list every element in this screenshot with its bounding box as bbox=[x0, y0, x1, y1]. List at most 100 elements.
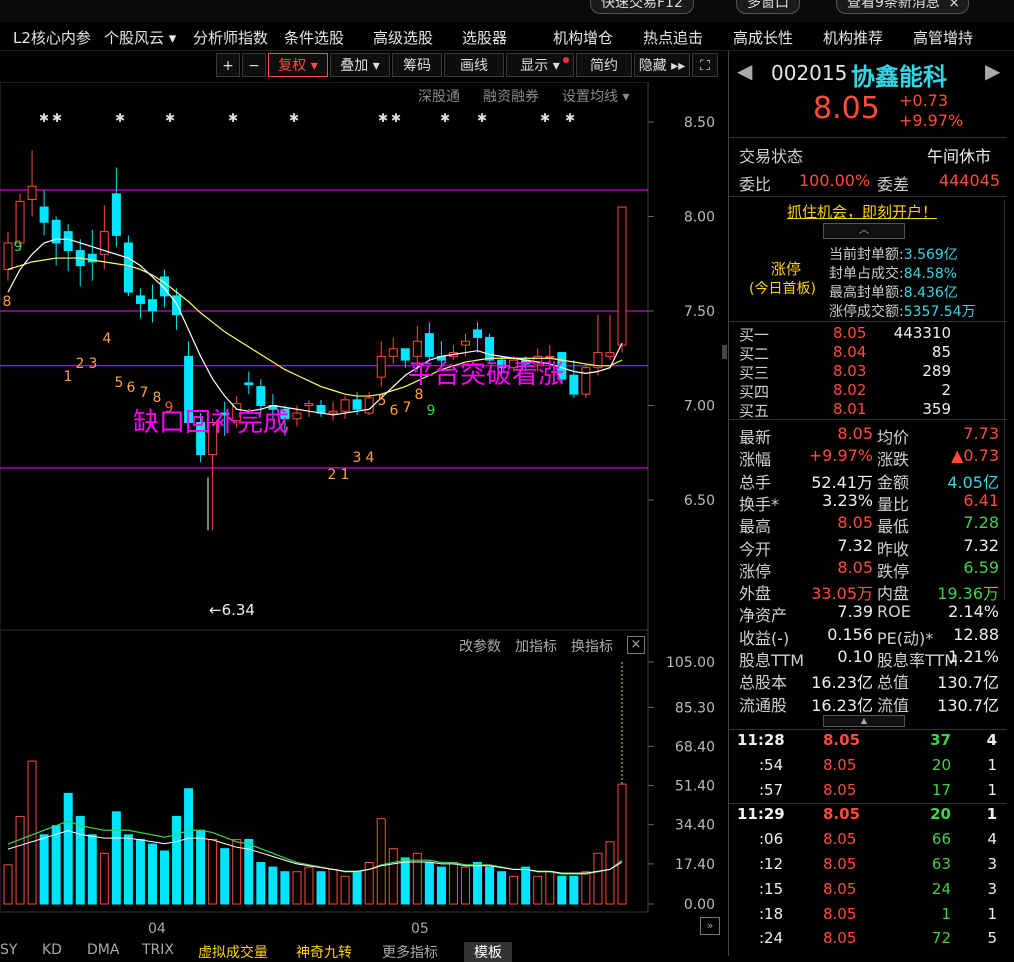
nav-analyst-index[interactable]: 分析师指数 bbox=[193, 27, 268, 48]
stat-label: 收益(-) bbox=[739, 628, 790, 648]
candle-body bbox=[147, 299, 157, 312]
news-button[interactable]: 查看9条新消息 × bbox=[836, 0, 969, 14]
tick-price: 8.05 bbox=[823, 904, 857, 923]
status-label: 交易状态 bbox=[739, 147, 804, 166]
limit-stat-row: 涨停成交额:5357.54万 bbox=[829, 301, 976, 321]
nav-high-growth[interactable]: 高成长性 bbox=[733, 27, 793, 48]
tab-virtual-volume[interactable]: 虚拟成交量 bbox=[198, 942, 268, 962]
candle-body bbox=[424, 333, 434, 357]
tick-count: 1 bbox=[987, 904, 997, 923]
zoom-in-button[interactable]: + bbox=[216, 53, 240, 77]
divider bbox=[729, 321, 1007, 322]
stat-value: ▲0.73 bbox=[951, 446, 999, 466]
event-marker: ✱ bbox=[289, 111, 299, 125]
bid-volume: 443310 bbox=[893, 324, 951, 342]
promo-link[interactable]: 抓住机会，即刻开户！ bbox=[787, 201, 937, 222]
volume-bar bbox=[545, 871, 555, 905]
tab-template[interactable]: 模板 bbox=[464, 942, 512, 962]
tick-price: 8.05 bbox=[823, 780, 857, 799]
bid-volume: 359 bbox=[922, 400, 951, 418]
stat-value: 7.32 bbox=[963, 535, 999, 555]
volume-bar bbox=[232, 838, 242, 905]
stat-label: 最新 bbox=[739, 428, 772, 447]
bid-level-label: 买五 bbox=[739, 402, 770, 420]
volume-bar bbox=[196, 829, 206, 905]
candle-body bbox=[376, 355, 386, 378]
stat-value: 130.7亿 bbox=[937, 695, 999, 715]
link-shenzhen-connect[interactable]: 深股通 bbox=[418, 86, 460, 106]
bid-price: 8.04 bbox=[833, 343, 867, 361]
volume-tick-label: 0.00 bbox=[684, 897, 715, 913]
volume-bar bbox=[39, 834, 49, 905]
tab-more-indicators[interactable]: 更多指标 bbox=[382, 942, 438, 962]
close-icon[interactable]: × bbox=[948, 0, 960, 13]
panel-splitter[interactable] bbox=[722, 345, 727, 359]
hide-panel-button[interactable]: 隐藏 ▸▸ bbox=[634, 53, 690, 77]
nav-exec-increase[interactable]: 高管增持 bbox=[913, 27, 973, 48]
fullscreen-icon[interactable]: ⛶ bbox=[692, 53, 718, 77]
volume-bar bbox=[581, 871, 591, 905]
kline-chart-area[interactable]: 8.50 8.00 7.50 7.00 6.50 ✱ ✱ ✱ ✱ ✱ ✱ ✱ ✱ ✱ ✱ ✱ ✱ 9 8 1 2 3 4 5 6… bbox=[0, 82, 722, 942]
tick-price: 8.05 bbox=[823, 855, 857, 873]
bid-level-label: 买三 bbox=[739, 364, 770, 382]
volume-bar bbox=[316, 871, 326, 905]
tick-volume: 17 bbox=[931, 780, 951, 799]
right-edge-panel bbox=[1004, 200, 1014, 600]
kline-chart[interactable]: 8.508.007.507.006.50✱ ✱ ✱ ✱ ✱ ✱ ✱ ✱ ✱ ✱ ✱ ✱9812 345 6… bbox=[0, 82, 722, 942]
nav-inst-recommend[interactable]: 机构推荐 bbox=[823, 27, 883, 48]
magic-nine-label: 4 bbox=[366, 450, 375, 466]
overlay-dropdown[interactable]: 叠加 ▾ bbox=[330, 53, 390, 77]
nav-condition-select[interactable]: 条件选股 bbox=[284, 27, 344, 48]
multi-window-button[interactable]: 多窗口 bbox=[736, 0, 800, 14]
tab-magic-nine[interactable]: 神奇九转 bbox=[296, 942, 352, 962]
link-change-params[interactable]: 改参数 bbox=[459, 636, 501, 656]
nav-hot-chase[interactable]: 热点追击 bbox=[643, 27, 703, 48]
weibi-label: 委比 bbox=[739, 175, 772, 194]
price-tick-label: 7.50 bbox=[684, 304, 715, 320]
nav-advanced-select[interactable]: 高级选股 bbox=[373, 27, 433, 48]
volume-bar bbox=[280, 871, 290, 905]
magic-nine-label: 1 bbox=[341, 467, 350, 483]
nav-stock-news[interactable]: 个股风云 ▾ bbox=[104, 27, 176, 48]
event-marker: ✱ bbox=[565, 111, 575, 125]
nav-stock-picker[interactable]: 选股器 bbox=[462, 27, 507, 48]
tick-time: :06 bbox=[759, 830, 784, 849]
weicha-label: 委差 bbox=[877, 175, 910, 194]
link-swap-indicator[interactable]: 换指标 bbox=[571, 636, 613, 656]
zoom-out-button[interactable]: − bbox=[242, 53, 266, 77]
nav-inst-increase[interactable]: 机构增仓 bbox=[553, 27, 613, 48]
link-margin-trading[interactable]: 融资融券 bbox=[483, 86, 539, 106]
tick-volume: 20 bbox=[931, 755, 951, 774]
tick-count: 1 bbox=[987, 780, 997, 799]
tick-volume: 1 bbox=[941, 904, 951, 923]
chips-button[interactable]: 筹码 bbox=[392, 53, 442, 77]
link-set-ma[interactable]: 设置均线 ▾ bbox=[562, 86, 629, 106]
stat-value: 1.21% bbox=[948, 647, 999, 666]
bid-volume: 289 bbox=[922, 362, 951, 380]
stat-label: 总手 bbox=[739, 472, 772, 492]
limit-stat-label: 封单占成交: bbox=[829, 266, 904, 282]
link-add-indicator[interactable]: 加指标 bbox=[515, 636, 557, 656]
tick-price: 8.05 bbox=[823, 879, 857, 898]
quick-trade-button[interactable]: 快速交易F12 bbox=[590, 0, 694, 14]
stat-label: 跌停 bbox=[877, 561, 910, 581]
date-label-04: 04 bbox=[148, 921, 166, 937]
current-price: 8.05 bbox=[813, 91, 880, 126]
next-stock-icon[interactable]: ▶ bbox=[985, 59, 1000, 83]
prev-stock-icon[interactable]: ◀ bbox=[737, 59, 752, 83]
limit-stat-label: 最高封单额: bbox=[829, 285, 904, 301]
event-marker: ✱ bbox=[228, 111, 238, 125]
volume-tick-label: 85.30 bbox=[675, 700, 715, 716]
draw-line-button[interactable]: 画线 bbox=[444, 53, 504, 77]
volume-bar bbox=[617, 783, 627, 905]
simple-mode-button[interactable]: 简约 bbox=[576, 53, 632, 77]
nav-l2-core[interactable]: L2核心内参 bbox=[13, 27, 91, 48]
volume-close-icon[interactable]: × bbox=[627, 636, 645, 654]
stat-label: 量比 bbox=[877, 494, 910, 514]
event-marker: ✱ bbox=[115, 111, 125, 125]
collapse-icon[interactable]: ︿ bbox=[823, 223, 905, 239]
restore-rights-dropdown[interactable]: 复权 ▾ bbox=[268, 53, 328, 77]
scroll-right-icon[interactable]: » bbox=[700, 917, 720, 935]
bid-level-label: 买二 bbox=[739, 345, 770, 363]
expand-icon[interactable]: ▲ bbox=[823, 715, 905, 727]
